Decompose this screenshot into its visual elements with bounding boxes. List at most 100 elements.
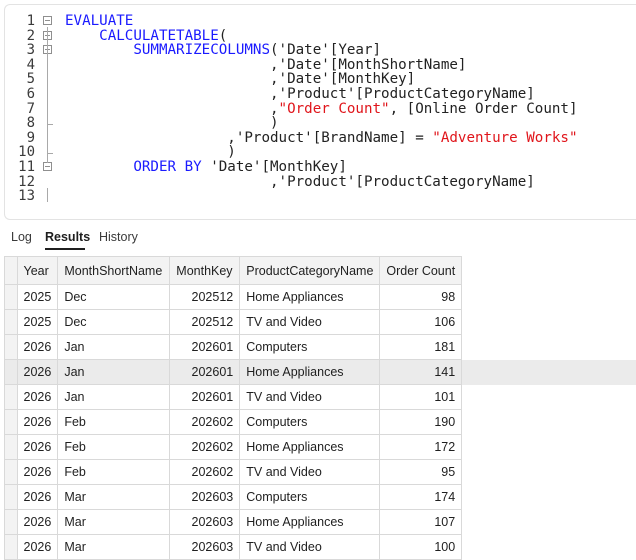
cell-year[interactable]: 2026 [16, 409, 59, 435]
cell-order-count[interactable]: 181 [379, 334, 463, 360]
cell-monthkey[interactable]: 202603 [169, 484, 241, 510]
cell-productcategoryname[interactable]: Home Appliances [239, 434, 381, 460]
grid-filler [461, 384, 636, 410]
row-header[interactable] [4, 309, 18, 335]
table-row[interactable]: 2025 Dec 202512 TV and Video 106 [4, 309, 636, 335]
table-row[interactable]: 2026 Feb 202602 TV and Video 95 [4, 459, 636, 485]
cell-monthshortname[interactable]: Mar [57, 509, 171, 535]
column-header-productcategoryname[interactable]: ProductCategoryName [239, 256, 381, 285]
row-header[interactable] [4, 459, 18, 485]
cell-monthshortname[interactable]: Jan [57, 359, 171, 385]
cell-year[interactable]: 2026 [16, 459, 59, 485]
row-header[interactable] [4, 384, 18, 410]
tab-results[interactable]: Results [45, 230, 90, 244]
results-grid[interactable]: Year MonthShortName MonthKey ProductCate… [4, 256, 636, 560]
cell-monthkey[interactable]: 202601 [169, 359, 241, 385]
column-header-monthshortname[interactable]: MonthShortName [57, 256, 171, 285]
cell-monthkey[interactable]: 202603 [169, 534, 241, 560]
table-row[interactable]: 2026 Jan 202601 TV and Video 101 [4, 384, 636, 410]
cell-monthkey[interactable]: 202601 [169, 384, 241, 410]
table-row[interactable]: 2026 Mar 202603 Home Appliances 107 [4, 509, 636, 535]
cell-monthshortname[interactable]: Feb [57, 409, 171, 435]
cell-productcategoryname[interactable]: TV and Video [239, 384, 381, 410]
row-header[interactable] [4, 409, 18, 435]
cell-monthshortname[interactable]: Feb [57, 434, 171, 460]
code-token: , [65, 100, 279, 117]
line-number: 8 [26, 115, 35, 132]
cell-monthkey[interactable]: 202603 [169, 509, 241, 535]
cell-year[interactable]: 2026 [16, 484, 59, 510]
cell-order-count[interactable]: 98 [379, 284, 463, 310]
row-header[interactable] [4, 534, 18, 560]
row-header[interactable] [4, 509, 18, 535]
fold-toggle-icon[interactable] [43, 16, 52, 25]
cell-order-count[interactable]: 106 [379, 309, 463, 335]
cell-order-count[interactable]: 101 [379, 384, 463, 410]
cell-productcategoryname[interactable]: TV and Video [239, 309, 381, 335]
cell-order-count[interactable]: 190 [379, 409, 463, 435]
cell-year[interactable]: 2025 [16, 309, 59, 335]
row-header[interactable] [4, 334, 18, 360]
tab-log[interactable]: Log [11, 230, 32, 244]
row-header[interactable] [4, 484, 18, 510]
cell-productcategoryname[interactable]: Home Appliances [239, 359, 381, 385]
fold-end-marker [47, 123, 53, 125]
cell-monthkey[interactable]: 202602 [169, 459, 241, 485]
query-editor[interactable]: 1 EVALUATE 2 CALCULATETABLE(3 SUMMARIZECOL… [4, 4, 636, 220]
cell-order-count[interactable]: 141 [379, 359, 463, 385]
cell-monthkey[interactable]: 202602 [169, 434, 241, 460]
cell-productcategoryname[interactable]: TV and Video [239, 459, 381, 485]
cell-year[interactable]: 2026 [16, 359, 59, 385]
cell-monthshortname[interactable]: Feb [57, 459, 171, 485]
table-row[interactable]: 2026 Jan 202601 Computers 181 [4, 334, 636, 360]
cell-productcategoryname[interactable]: Computers [239, 484, 381, 510]
string-literal: "Order Count" [278, 100, 390, 117]
cell-monthshortname[interactable]: Dec [57, 284, 171, 310]
cell-productcategoryname[interactable]: Home Appliances [239, 509, 381, 535]
table-row[interactable]: 2026 Feb 202602 Computers 190 [4, 409, 636, 435]
active-tab-indicator [45, 248, 85, 250]
table-row[interactable]: 2025 Dec 202512 Home Appliances 98 [4, 284, 636, 310]
cell-monthshortname[interactable]: Jan [57, 334, 171, 360]
cell-year[interactable]: 2026 [16, 534, 59, 560]
column-header-monthkey[interactable]: MonthKey [169, 256, 241, 285]
cell-order-count[interactable]: 174 [379, 484, 463, 510]
cell-productcategoryname[interactable]: TV and Video [239, 534, 381, 560]
cell-monthshortname[interactable]: Dec [57, 309, 171, 335]
cell-productcategoryname[interactable]: Computers [239, 409, 381, 435]
cell-order-count[interactable]: 172 [379, 434, 463, 460]
grid-filler [461, 359, 636, 385]
cell-order-count[interactable]: 100 [379, 534, 463, 560]
cell-year[interactable]: 2025 [16, 284, 59, 310]
table-row[interactable]: 2026 Feb 202602 Home Appliances 172 [4, 434, 636, 460]
cell-monthkey[interactable]: 202601 [169, 334, 241, 360]
table-row[interactable]: 2026 Mar 202603 Computers 174 [4, 484, 636, 510]
row-header[interactable] [4, 434, 18, 460]
tab-history[interactable]: History [99, 230, 138, 244]
cell-year[interactable]: 2026 [16, 434, 59, 460]
row-header[interactable] [4, 284, 18, 310]
results-table: Year MonthShortName MonthKey ProductCate… [4, 256, 636, 560]
cell-year[interactable]: 2026 [16, 334, 59, 360]
cell-monthshortname[interactable]: Mar [57, 534, 171, 560]
table-row[interactable]: 2026 Mar 202603 TV and Video 100 [4, 534, 636, 560]
cell-monthkey[interactable]: 202602 [169, 409, 241, 435]
cell-productcategoryname[interactable]: Computers [239, 334, 381, 360]
cell-monthkey[interactable]: 202512 [169, 309, 241, 335]
cell-monthkey[interactable]: 202512 [169, 284, 241, 310]
cell-monthshortname[interactable]: Jan [57, 384, 171, 410]
column-header-year[interactable]: Year [16, 256, 59, 285]
table-row[interactable]: 2026 Jan 202601 Home Appliances 141 [4, 359, 636, 385]
fold-toggle-icon[interactable] [43, 162, 52, 171]
cell-productcategoryname[interactable]: Home Appliances [239, 284, 381, 310]
row-header[interactable] [4, 359, 18, 385]
column-header-order-count[interactable]: Order Count [379, 256, 463, 285]
code-token: ,'Date'[MonthShortName] [65, 56, 467, 73]
cell-order-count[interactable]: 95 [379, 459, 463, 485]
grid-filler [461, 309, 636, 335]
cell-year[interactable]: 2026 [16, 509, 59, 535]
code-token: ,'Date'[MonthKey] [65, 71, 416, 88]
cell-year[interactable]: 2026 [16, 384, 59, 410]
cell-monthshortname[interactable]: Mar [57, 484, 171, 510]
cell-order-count[interactable]: 107 [379, 509, 463, 535]
